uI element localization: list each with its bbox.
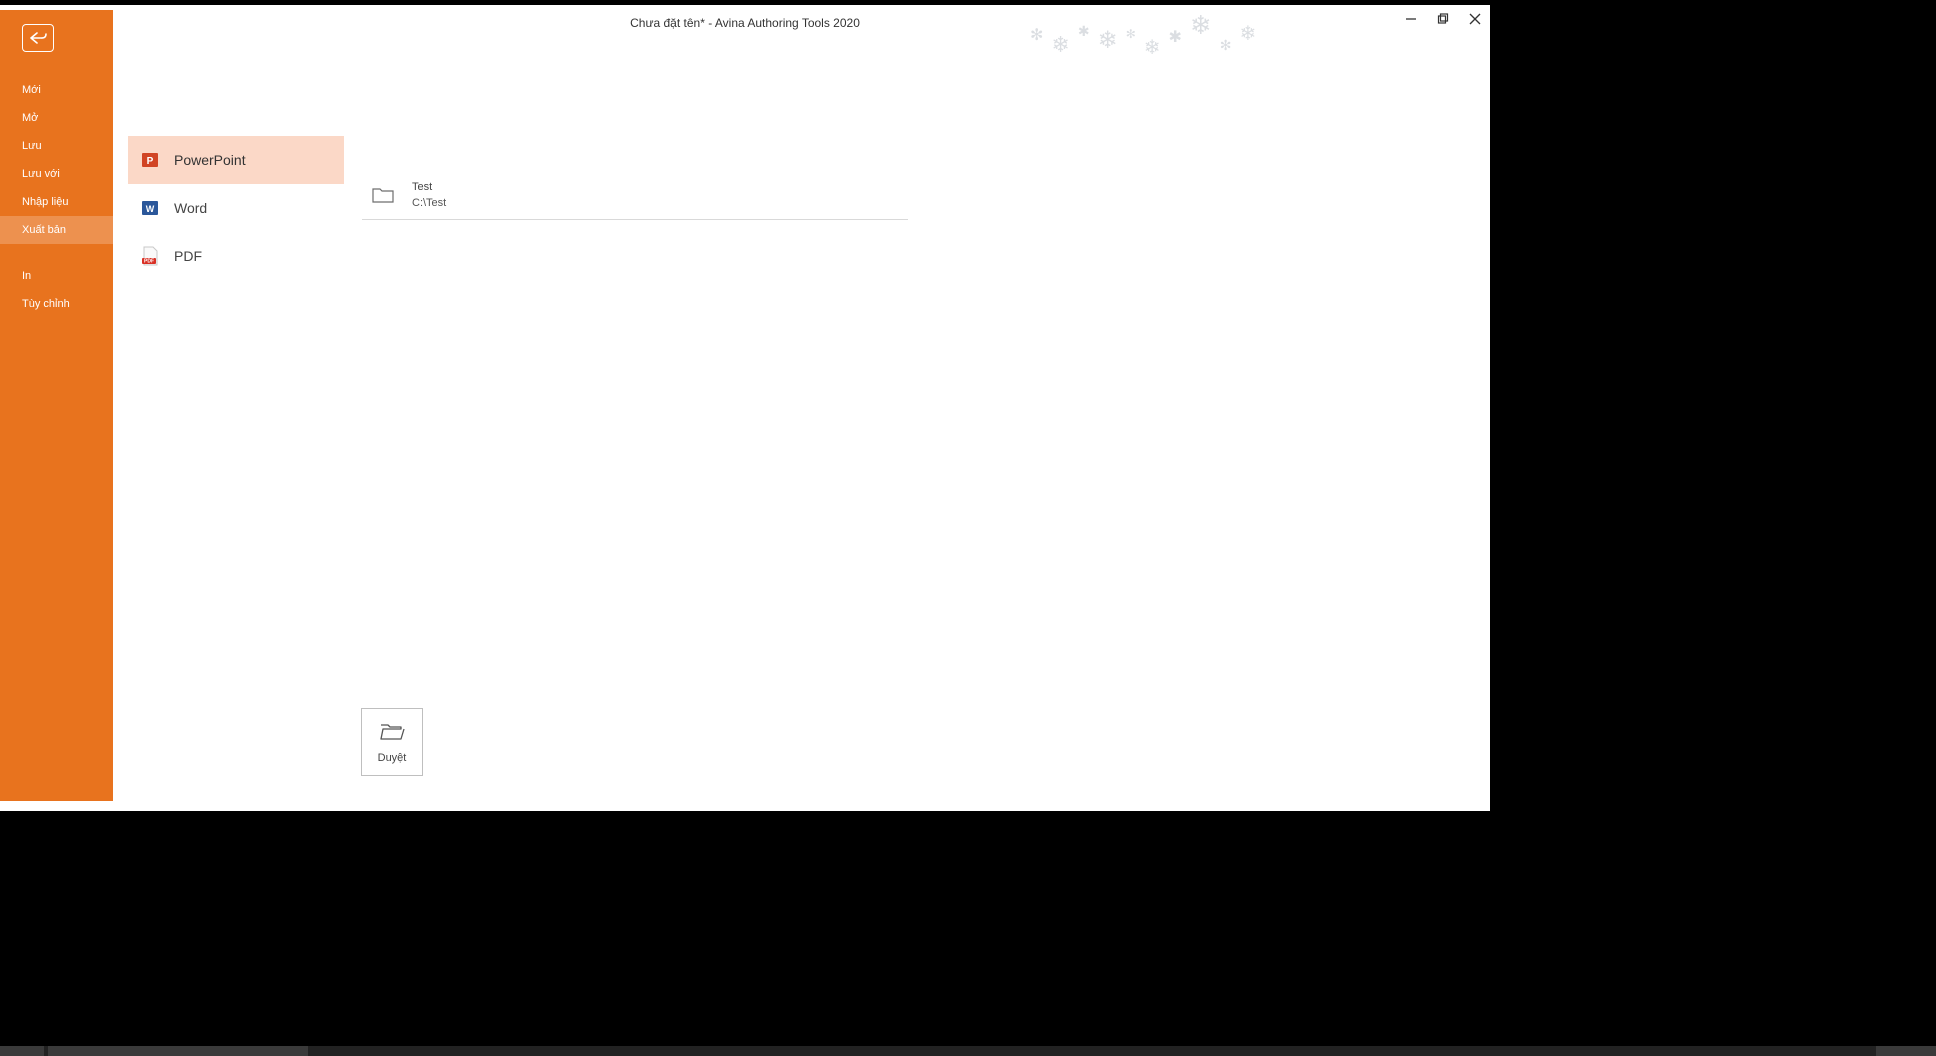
window-controls [1402, 10, 1484, 28]
recent-destinations-list: Test C:\Test [362, 175, 908, 220]
sidebar-item-label: Lưu [22, 140, 42, 152]
sidebar-separator [0, 244, 113, 262]
destination-path: C:\Test [412, 197, 446, 209]
sidebar-item-label: Tùy chỉnh [22, 298, 70, 310]
folder-icon [372, 186, 394, 204]
pdf-icon: PDF [140, 246, 160, 266]
destination-row[interactable]: Test C:\Test [362, 175, 908, 220]
sidebar-item-label: Lưu với [22, 168, 60, 180]
app-window: ✻❄✱❄✻❄✱❄✻❄ Chưa đặt tên* - Avina Authori… [0, 5, 1490, 811]
destination-name: Test [412, 181, 446, 193]
window-title: Chưa đặt tên* - Avina Authoring Tools 20… [630, 16, 860, 30]
sidebar-item-label: Mở [22, 112, 38, 124]
format-item-word[interactable]: W Word [128, 184, 344, 232]
sidebar-item-publish[interactable]: Xuất bản [0, 216, 113, 244]
sidebar-item-save[interactable]: Lưu [0, 132, 113, 160]
sidebar-item-new[interactable]: Mới [0, 76, 113, 104]
sidebar-item-label: Mới [22, 84, 41, 96]
minimize-button[interactable] [1402, 10, 1420, 28]
destination-texts: Test C:\Test [412, 181, 446, 209]
close-button[interactable] [1466, 10, 1484, 28]
svg-text:P: P [147, 156, 154, 167]
backstage-sidebar: Mới Mở Lưu Lưu với Nhập liệu Xuất bản In… [0, 10, 113, 801]
browse-label: Duyệt [378, 752, 407, 764]
export-format-list: P PowerPoint W Word PDF PDF [128, 136, 344, 280]
powerpoint-icon: P [140, 150, 160, 170]
open-folder-icon [379, 721, 405, 744]
sidebar-item-label: Nhập liệu [22, 196, 68, 208]
format-item-powerpoint[interactable]: P PowerPoint [128, 136, 344, 184]
format-item-label: PDF [174, 248, 202, 264]
format-item-label: Word [174, 200, 207, 216]
sidebar-item-options[interactable]: Tùy chỉnh [0, 290, 113, 318]
sidebar-item-saveas[interactable]: Lưu với [0, 160, 113, 188]
word-icon: W [140, 198, 160, 218]
svg-text:W: W [146, 204, 155, 214]
sidebar-item-label: Xuất bản [22, 224, 66, 236]
browse-button[interactable]: Duyệt [361, 708, 423, 776]
sidebar-item-label: In [22, 270, 31, 282]
sidebar-item-import[interactable]: Nhập liệu [0, 188, 113, 216]
maximize-button[interactable] [1434, 10, 1452, 28]
sidebar-item-print[interactable]: In [0, 262, 113, 290]
title-bar: Chưa đặt tên* - Avina Authoring Tools 20… [0, 10, 1490, 35]
taskbar[interactable] [0, 1046, 1936, 1056]
svg-text:PDF: PDF [144, 259, 154, 265]
format-item-pdf[interactable]: PDF PDF [128, 232, 344, 280]
format-item-label: PowerPoint [174, 152, 246, 168]
sidebar-item-open[interactable]: Mở [0, 104, 113, 132]
